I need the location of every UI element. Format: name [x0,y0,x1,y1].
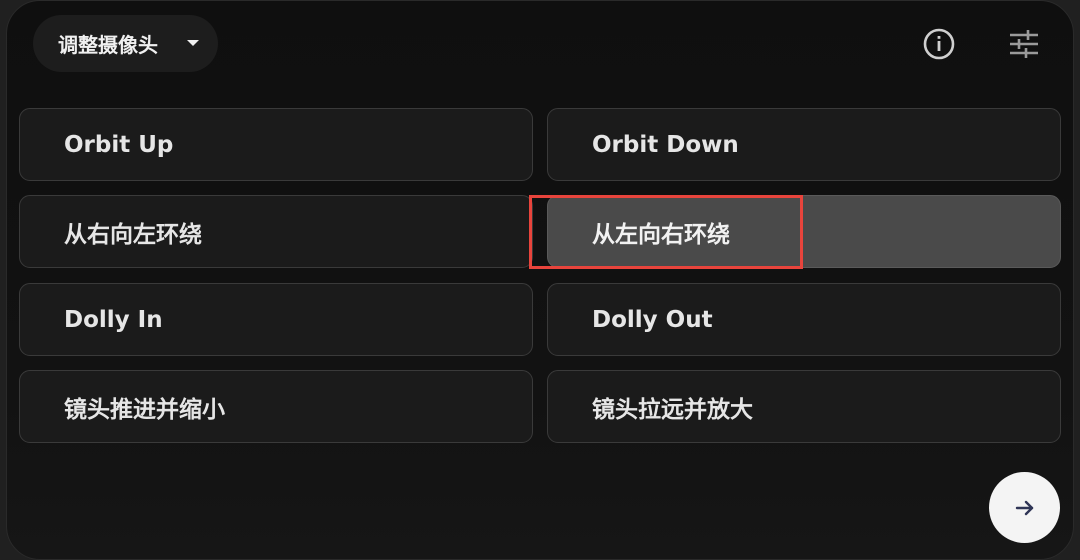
camera-mode-dropdown[interactable]: 调整摄像头 [33,15,218,72]
option-label: 镜头推进并缩小 [64,396,225,423]
option-dolly-out[interactable]: Dolly Out [547,283,1061,356]
dropdown-label: 调整摄像头 [58,33,158,57]
camera-adjust-panel: 调整摄像头 Orbit Up Orbit Down 从右向左环绕 从左向右环绕 … [6,0,1074,560]
info-button[interactable] [921,26,957,62]
info-icon [923,28,955,60]
option-dolly-in[interactable]: Dolly In [19,283,533,356]
option-orbit-down[interactable]: Orbit Down [547,108,1061,181]
option-pull-out-zoom-in[interactable]: 镜头拉远并放大 [547,370,1061,443]
caret-down-icon [187,40,199,46]
option-label: 镜头拉远并放大 [592,396,753,423]
option-label: Orbit Down [592,131,739,158]
settings-button[interactable] [1006,26,1042,62]
tune-sliders-icon [1010,30,1038,58]
option-orbit-left-to-right[interactable]: 从左向右环绕 [547,195,1061,268]
option-label: 从右向左环绕 [64,221,202,248]
option-orbit-up[interactable]: Orbit Up [19,108,533,181]
option-label: Orbit Up [64,131,174,158]
option-orbit-right-to-left[interactable]: 从右向左环绕 [19,195,533,268]
arrow-right-icon [1015,500,1033,515]
option-push-in-zoom-out[interactable]: 镜头推进并缩小 [19,370,533,443]
option-label: Dolly In [64,306,163,333]
option-label: Dolly Out [592,306,713,333]
next-button[interactable] [989,472,1060,543]
option-label: 从左向右环绕 [592,221,730,248]
